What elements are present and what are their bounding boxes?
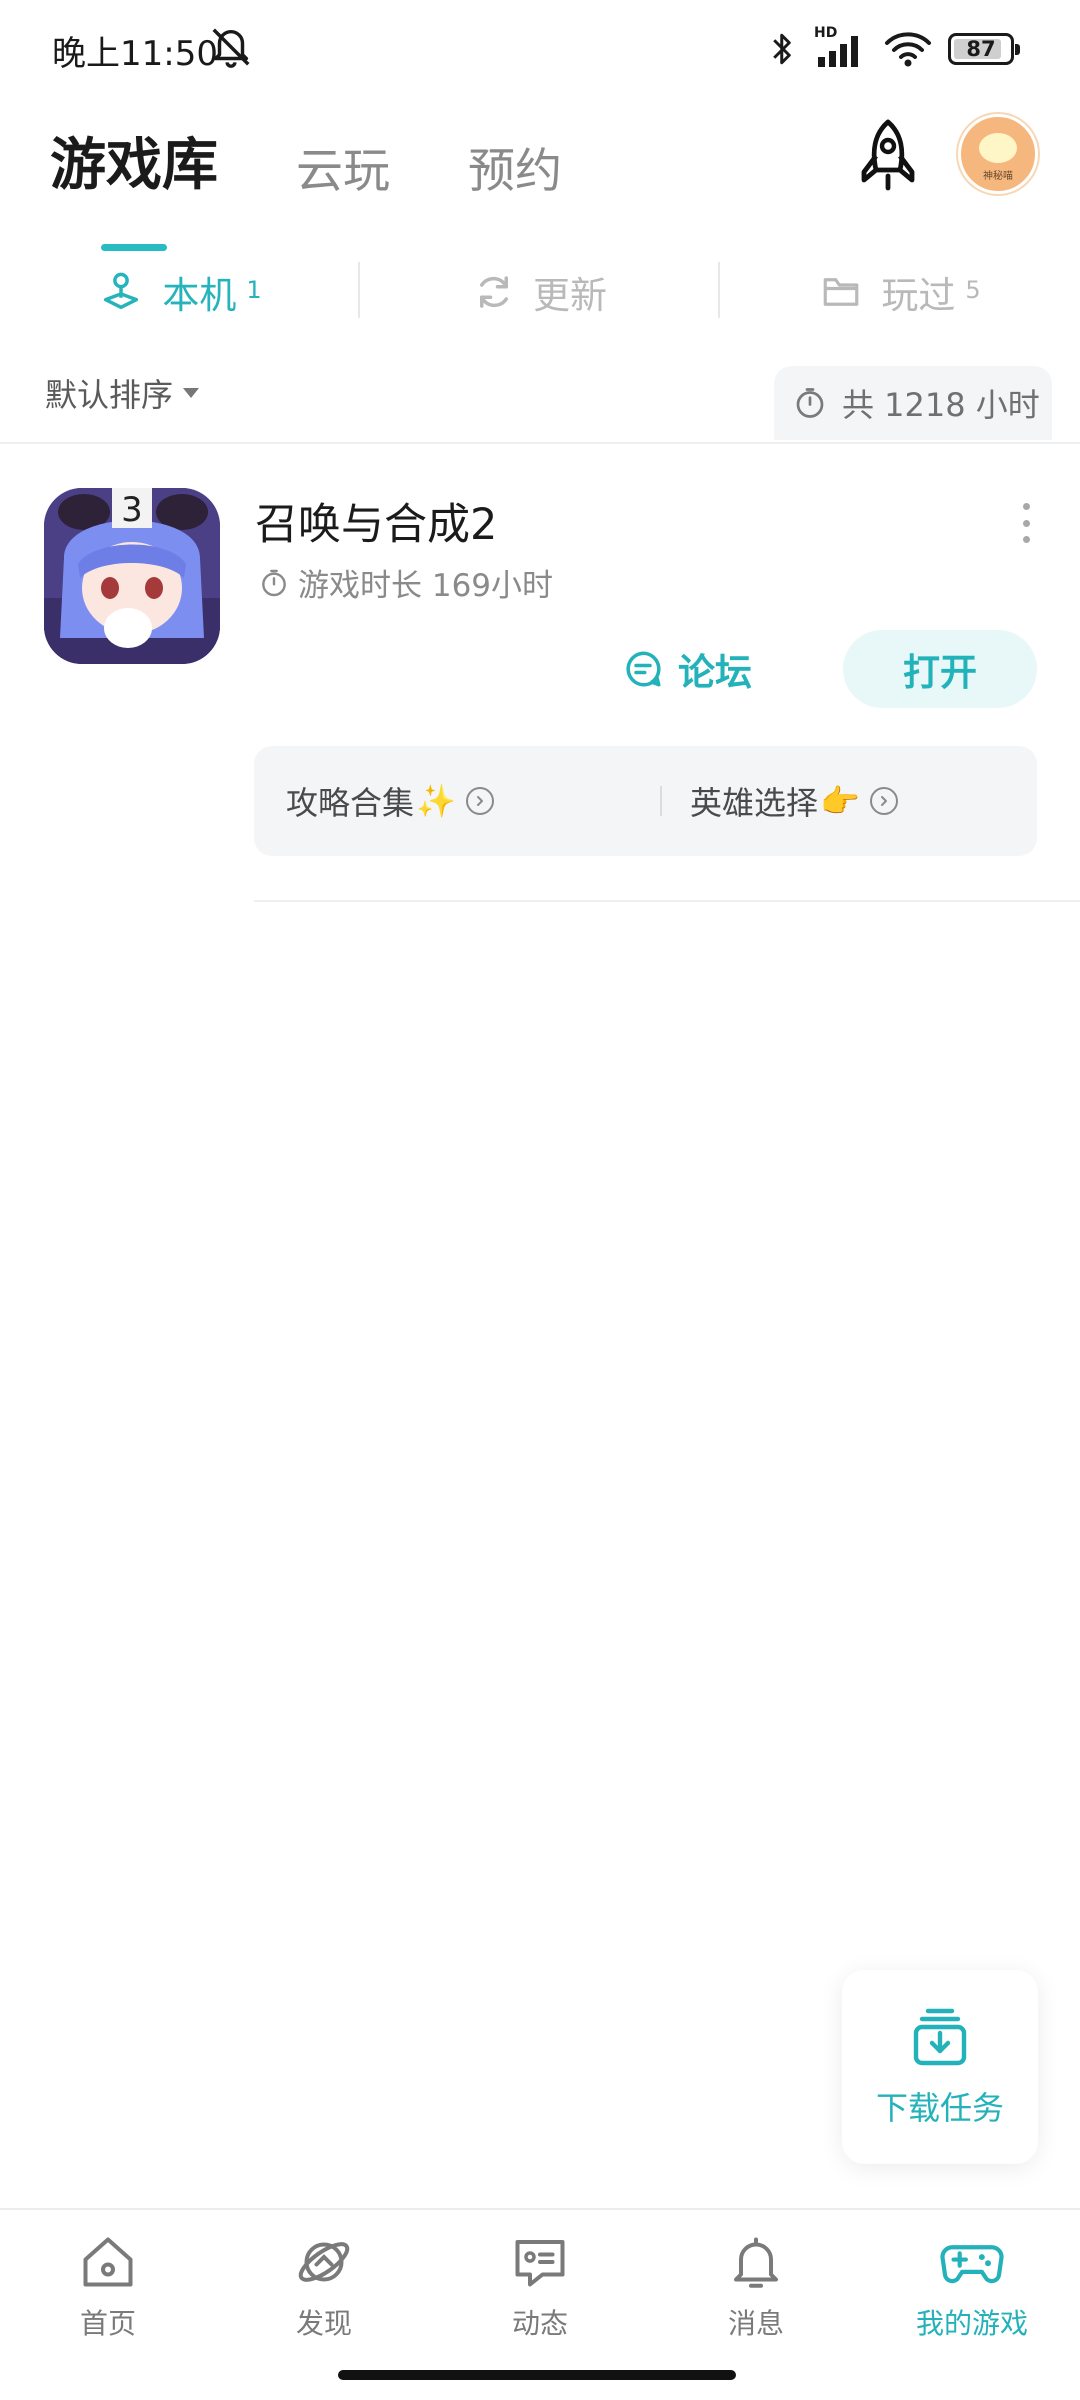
total-time-label: 共 1218 小时 bbox=[842, 386, 1040, 424]
subtab-local[interactable]: 本机 1 bbox=[0, 250, 360, 334]
nav-my-games[interactable]: 我的游戏 bbox=[864, 2210, 1080, 2358]
nav-my-games-label: 我的游戏 bbox=[915, 2307, 1028, 2340]
avatar[interactable]: 神秘喵 bbox=[958, 114, 1038, 194]
subtab-played[interactable]: 玩过 5 bbox=[720, 250, 1080, 334]
nav-messages[interactable]: 消息 bbox=[648, 2210, 864, 2358]
divider bbox=[254, 900, 1080, 902]
subtab-local-label: 本机 bbox=[162, 274, 237, 317]
game-play-time: 游戏时长 169小时 bbox=[258, 560, 553, 605]
forum-chat-icon bbox=[626, 651, 661, 687]
game-title[interactable]: 召唤与合成2 bbox=[255, 490, 497, 552]
game-icon-badge: 3 bbox=[121, 490, 143, 530]
bluetooth-icon bbox=[773, 33, 791, 65]
guide-label: 英雄选择 bbox=[690, 784, 819, 822]
guide-link-hero-selection[interactable]: 英雄选择 👉 bbox=[690, 746, 898, 856]
download-tasks-label: 下载任务 bbox=[875, 2089, 1004, 2127]
subtab-played-count: 5 bbox=[965, 276, 981, 304]
sub-tabs: 本机 1 更新 玩过 5 bbox=[0, 250, 1080, 334]
tab-game-library[interactable]: 游戏库 bbox=[50, 120, 218, 201]
download-tray-icon bbox=[913, 2008, 967, 2066]
nav-discover-label: 发现 bbox=[295, 2307, 352, 2340]
tab-cloud-play[interactable]: 云玩 bbox=[296, 132, 390, 201]
top-tabs: 游戏库 云玩 预约 bbox=[50, 120, 640, 201]
forum-button[interactable]: 论坛 bbox=[622, 638, 752, 700]
status-icons: HD 87 bbox=[768, 24, 1020, 74]
subtab-divider bbox=[718, 262, 720, 318]
sparkles-icon: ✨ bbox=[416, 782, 456, 820]
joystick-icon bbox=[104, 272, 139, 310]
folder-icon bbox=[824, 278, 859, 306]
total-play-time: 共 1218 小时 bbox=[774, 366, 1052, 440]
mute-bell-icon bbox=[212, 28, 250, 68]
timer-icon bbox=[796, 388, 824, 418]
bottom-nav: 首页 发现 动态 消息 我的游戏 bbox=[0, 2208, 1080, 2358]
tab-reservation[interactable]: 预约 bbox=[468, 132, 562, 201]
gamepad-icon bbox=[940, 2245, 1004, 2284]
subtab-local-count: 1 bbox=[246, 276, 262, 304]
avatar-character bbox=[979, 133, 1017, 163]
planet-icon bbox=[298, 2242, 350, 2282]
refresh-icon bbox=[480, 276, 508, 308]
subtab-update[interactable]: 更新 bbox=[360, 250, 720, 334]
battery-level: 87 bbox=[966, 37, 996, 61]
sort-label: 默认排序 bbox=[45, 376, 174, 414]
avatar-caption: 神秘喵 bbox=[983, 171, 1013, 182]
nav-feed[interactable]: 动态 bbox=[432, 2210, 648, 2358]
divider bbox=[0, 442, 1080, 444]
home-indicator[interactable] bbox=[338, 2370, 736, 2380]
game-app-icon[interactable]: 3 bbox=[44, 488, 220, 664]
battery-icon: 87 bbox=[948, 33, 1020, 65]
nav-feed-label: 动态 bbox=[511, 2307, 568, 2340]
rocket-icon[interactable] bbox=[848, 116, 928, 196]
chat-icon bbox=[515, 2240, 565, 2287]
guide-divider bbox=[660, 786, 662, 816]
nav-home[interactable]: 首页 bbox=[0, 2210, 216, 2358]
subtab-update-label: 更新 bbox=[533, 274, 607, 317]
bell-icon bbox=[734, 2237, 778, 2288]
nav-discover[interactable]: 发现 bbox=[216, 2210, 432, 2358]
nav-messages-label: 消息 bbox=[727, 2307, 784, 2340]
caret-down-icon bbox=[183, 388, 200, 398]
open-button[interactable]: 打开 bbox=[843, 630, 1037, 708]
forum-label: 论坛 bbox=[678, 651, 752, 694]
guide-links: 攻略合集 ✨ 英雄选择 👉 bbox=[254, 746, 1037, 856]
wifi-icon bbox=[885, 32, 931, 67]
status-bar: 晚上11:50 HD 87 bbox=[0, 0, 1080, 100]
play-time-label: 游戏时长 169小时 bbox=[298, 568, 554, 604]
nav-home-label: 首页 bbox=[79, 2307, 136, 2340]
download-tasks-button[interactable]: 下载任务 bbox=[842, 1970, 1038, 2164]
pointing-hand-icon: 👉 bbox=[820, 782, 860, 820]
cellular-signal-icon: HD bbox=[814, 25, 868, 71]
sort-dropdown[interactable]: 默认排序 bbox=[45, 370, 200, 416]
subtab-played-label: 玩过 bbox=[881, 274, 956, 317]
home-icon bbox=[83, 2237, 133, 2287]
subtab-divider bbox=[358, 262, 360, 318]
chevron-right-circle-icon bbox=[869, 787, 898, 815]
status-time: 晚上11:50 bbox=[52, 34, 218, 74]
timer-icon bbox=[262, 569, 286, 596]
guide-link-collection[interactable]: 攻略合集 ✨ bbox=[286, 746, 494, 856]
guide-label: 攻略合集 bbox=[286, 784, 415, 822]
more-options-icon[interactable] bbox=[1018, 503, 1034, 543]
chevron-right-circle-icon bbox=[465, 787, 494, 815]
